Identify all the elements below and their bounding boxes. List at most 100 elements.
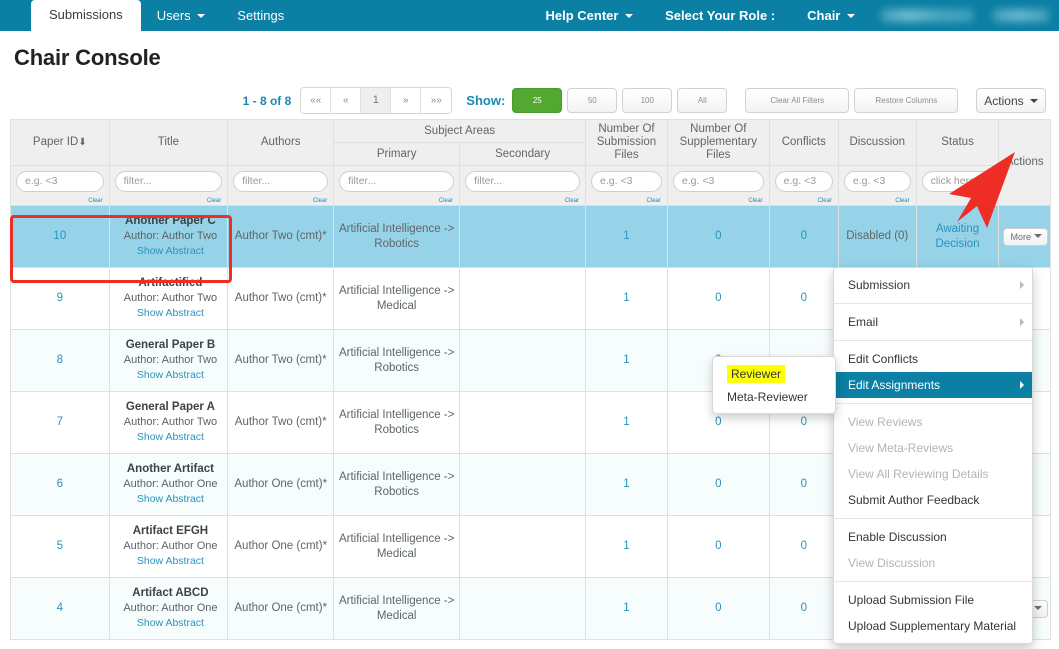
paper-id-link[interactable]: 5: [57, 540, 63, 552]
role-selector[interactable]: Chair: [791, 1, 871, 31]
clear-filter-authors[interactable]: Clear: [313, 198, 327, 204]
paper-title[interactable]: General Paper A: [118, 400, 224, 415]
menu-item-submission[interactable]: Submission: [834, 272, 1032, 298]
more-button[interactable]: More: [1003, 227, 1048, 246]
conflicts-link[interactable]: 0: [801, 540, 807, 552]
pagination-next[interactable]: »: [391, 88, 422, 113]
cell-paper-id[interactable]: 10: [10, 205, 110, 268]
clear-all-filters-button[interactable]: Clear All Filters: [745, 88, 850, 113]
pagination-first[interactable]: ««: [301, 88, 332, 113]
clear-filter-num-submission-files[interactable]: Clear: [647, 198, 661, 204]
submission-files-link[interactable]: 1: [623, 354, 629, 366]
col-authors[interactable]: Authors: [227, 119, 335, 166]
paper-id-link[interactable]: 7: [57, 416, 63, 428]
supplementary-files-link[interactable]: 0: [715, 540, 721, 552]
col-num-submission-files[interactable]: Number Of Submission Files: [585, 119, 668, 166]
show-abstract-link[interactable]: Show Abstract: [118, 616, 224, 631]
col-title[interactable]: Title: [108, 119, 229, 166]
cell-conflicts[interactable]: 0: [768, 515, 839, 578]
paper-id-link[interactable]: 9: [57, 292, 63, 304]
status-link[interactable]: Awaiting Decision: [935, 223, 979, 250]
show-25-button[interactable]: 25: [512, 88, 563, 113]
show-all-button[interactable]: All: [677, 88, 728, 113]
paper-title[interactable]: Another Artifact: [118, 462, 224, 477]
conflicts-link[interactable]: 0: [801, 416, 807, 428]
nav-tab-submissions[interactable]: Submissions: [31, 0, 141, 31]
menu-item-enable-discussion[interactable]: Enable Discussion: [834, 524, 1032, 550]
col-num-supplementary-files[interactable]: Number Of Supplementary Files: [666, 119, 770, 166]
cell-num-submission-files[interactable]: 1: [585, 391, 668, 454]
col-discussion[interactable]: Discussion: [837, 119, 917, 166]
menu-item-upload-submission-file[interactable]: Upload Submission File: [834, 587, 1032, 613]
cell-paper-id[interactable]: 5: [10, 515, 110, 578]
filter-input-conflicts[interactable]: e.g. <3: [774, 171, 833, 192]
show-abstract-link[interactable]: Show Abstract: [118, 492, 224, 507]
supplementary-files-link[interactable]: 0: [715, 416, 721, 428]
clear-filter-secondary[interactable]: Clear: [565, 198, 579, 204]
submenu-item-reviewer[interactable]: Reviewer: [727, 365, 786, 383]
cell-num-submission-files[interactable]: 1: [585, 515, 668, 578]
show-abstract-link[interactable]: Show Abstract: [118, 430, 224, 445]
cell-num-supplementary-files[interactable]: 0: [666, 453, 770, 516]
submission-files-link[interactable]: 1: [623, 292, 629, 304]
submission-files-link[interactable]: 1: [623, 478, 629, 490]
conflicts-link[interactable]: 0: [801, 602, 807, 614]
menu-item-upload-supplementary-material[interactable]: Upload Supplementary Material: [834, 613, 1032, 639]
clear-filter-title[interactable]: Clear: [207, 198, 221, 204]
conflicts-link[interactable]: 0: [801, 292, 807, 304]
cell-conflicts[interactable]: 0: [768, 205, 839, 268]
show-100-button[interactable]: 100: [622, 88, 673, 113]
paper-id-link[interactable]: 8: [57, 354, 63, 366]
filter-input-status[interactable]: click here...: [921, 171, 994, 192]
nav-tab-users[interactable]: Users: [141, 1, 222, 31]
nav-tab-settings[interactable]: Settings: [221, 1, 300, 31]
paper-id-link[interactable]: 10: [53, 230, 66, 242]
menu-item-edit-conflicts[interactable]: Edit Conflicts: [834, 346, 1032, 372]
paper-title[interactable]: Another Paper C: [118, 214, 224, 229]
cell-num-supplementary-files[interactable]: 0: [666, 515, 770, 578]
cell-paper-id[interactable]: 8: [10, 329, 110, 392]
cell-conflicts[interactable]: 0: [768, 453, 839, 516]
paper-title[interactable]: General Paper B: [118, 338, 224, 353]
filter-input-primary[interactable]: filter...: [339, 171, 455, 192]
supplementary-files-link[interactable]: 0: [715, 602, 721, 614]
filter-input-discussion[interactable]: e.g. <3: [843, 171, 911, 192]
col-paper-id[interactable]: Paper ID⬇: [10, 119, 110, 166]
cell-status[interactable]: Awaiting Decision: [915, 205, 1000, 268]
show-abstract-link[interactable]: Show Abstract: [118, 306, 224, 321]
supplementary-files-link[interactable]: 0: [715, 230, 721, 242]
paper-title[interactable]: Artifact EFGH: [118, 524, 224, 539]
filter-input-secondary[interactable]: filter...: [465, 171, 581, 192]
menu-item-submit-author-feedback[interactable]: Submit Author Feedback: [834, 487, 1032, 513]
help-center-menu[interactable]: Help Center: [529, 1, 649, 31]
supplementary-files-link[interactable]: 0: [715, 292, 721, 304]
cell-num-submission-files[interactable]: 1: [585, 205, 668, 268]
clear-filter-discussion[interactable]: Clear: [895, 198, 909, 204]
col-primary[interactable]: Primary: [333, 142, 461, 166]
paper-id-link[interactable]: 4: [57, 602, 63, 614]
clear-filter-status[interactable]: Clear: [978, 198, 992, 204]
col-status[interactable]: Status: [915, 119, 1000, 166]
cell-conflicts[interactable]: 0: [768, 577, 839, 640]
filter-input-title[interactable]: filter...: [114, 171, 223, 192]
menu-item-email[interactable]: Email: [834, 309, 1032, 335]
supplementary-files-link[interactable]: 0: [715, 478, 721, 490]
menu-item-edit-assignments[interactable]: Edit Assignments: [834, 372, 1032, 398]
submission-files-link[interactable]: 1: [623, 230, 629, 242]
col-secondary[interactable]: Secondary: [459, 142, 587, 166]
restore-columns-button[interactable]: Restore Columns: [854, 88, 959, 113]
cell-num-submission-files[interactable]: 1: [585, 267, 668, 330]
submission-files-link[interactable]: 1: [623, 416, 629, 428]
clear-filter-paper-id[interactable]: Clear: [88, 198, 102, 204]
pagination-prev[interactable]: «: [331, 88, 362, 113]
filter-input-paper-id[interactable]: e.g. <3: [16, 171, 104, 192]
cell-num-supplementary-files[interactable]: 0: [666, 267, 770, 330]
cell-num-supplementary-files[interactable]: 0: [666, 205, 770, 268]
clear-filter-num-supplementary-files[interactable]: Clear: [748, 198, 762, 204]
table-row[interactable]: 10 Another Paper C Author: Author Two Sh…: [10, 205, 1051, 268]
show-abstract-link[interactable]: Show Abstract: [118, 244, 224, 259]
cell-paper-id[interactable]: 7: [10, 391, 110, 454]
actions-dropdown-button[interactable]: Actions: [976, 88, 1046, 113]
filter-input-authors[interactable]: filter...: [233, 171, 329, 192]
cell-paper-id[interactable]: 9: [10, 267, 110, 330]
